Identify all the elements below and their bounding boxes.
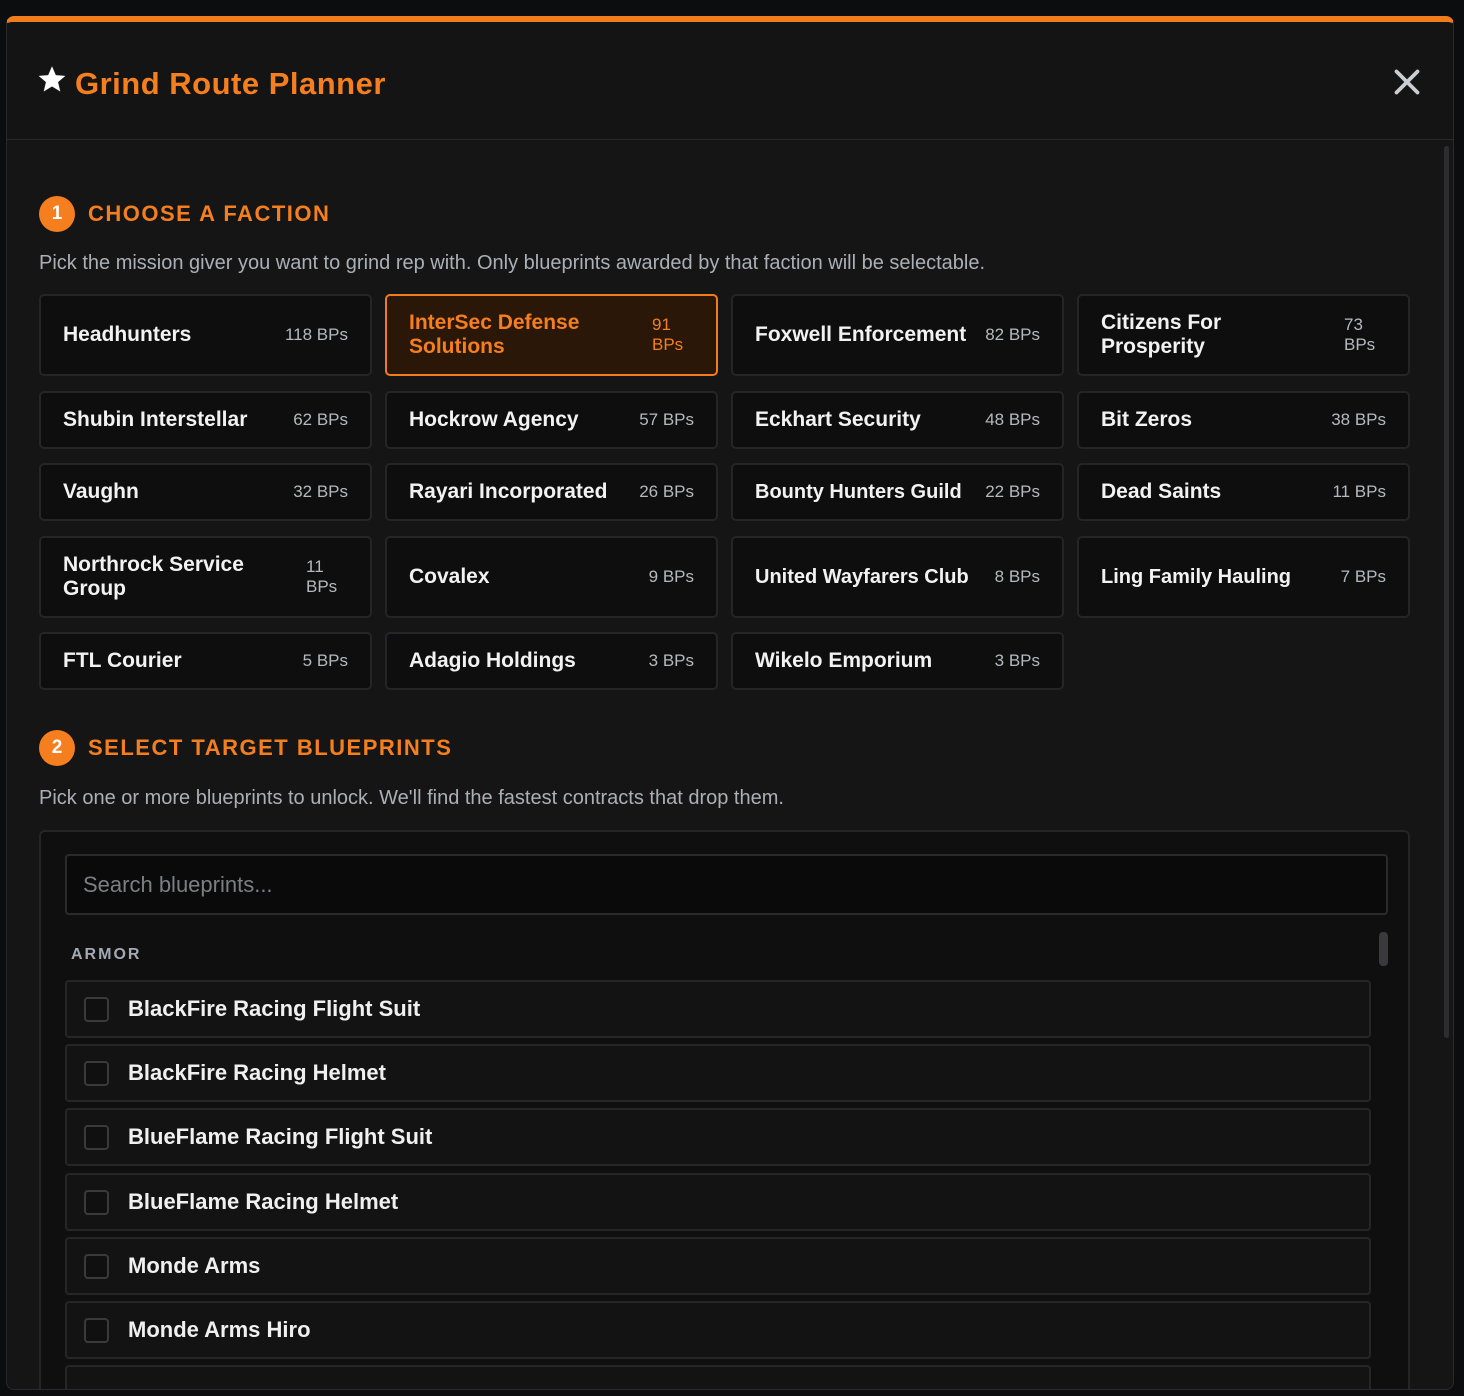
faction-bp-count: 82 BPs bbox=[985, 325, 1040, 344]
blueprint-checkbox[interactable] bbox=[84, 1060, 109, 1086]
faction-name: Ling Family Hauling bbox=[1101, 566, 1292, 588]
faction-card[interactable]: Northrock Service Group 11 BPs bbox=[39, 536, 372, 618]
blueprint-checkbox[interactable] bbox=[84, 1317, 109, 1343]
faction-card[interactable]: Dead Saints 11 BPs bbox=[1077, 463, 1410, 521]
faction-bp-count: 26 BPs bbox=[639, 482, 694, 501]
faction-bp-count: 11 BPs bbox=[1332, 482, 1386, 501]
faction-bp-count: 32 BPs bbox=[293, 482, 348, 501]
faction-card[interactable]: FTL Courier 5 BPs bbox=[39, 632, 372, 690]
step-1-number: 1 bbox=[39, 196, 75, 232]
faction-bp-count: 73 BPs bbox=[1344, 315, 1376, 354]
modal-scrollbar[interactable] bbox=[1444, 146, 1449, 1038]
faction-bp-count: 38 BPs bbox=[1331, 410, 1386, 429]
step-1-title: CHOOSE A FACTION bbox=[88, 201, 331, 226]
faction-card[interactable]: United Wayfarers Club 8 BPs bbox=[731, 536, 1064, 618]
grind-route-planner-modal: Grind Route Planner 1 CHOOSE A FACTION P… bbox=[6, 16, 1454, 1390]
faction-name: Shubin Interstellar bbox=[63, 408, 248, 431]
faction-card[interactable]: Covalex 9 BPs bbox=[385, 536, 718, 618]
modal-body: 1 CHOOSE A FACTION Pick the mission give… bbox=[7, 140, 1453, 1389]
modal-title: Grind Route Planner bbox=[75, 66, 386, 101]
faction-bp-count: 91 BPs bbox=[652, 315, 684, 354]
blueprint-list-scrollbar[interactable] bbox=[1379, 932, 1388, 966]
faction-bp-count: 118 BPs bbox=[284, 325, 348, 344]
blueprint-name: BlueFlame Racing Flight Suit bbox=[128, 1124, 433, 1149]
faction-name: Covalex bbox=[409, 565, 490, 588]
faction-bp-count: 48 BPs bbox=[985, 410, 1040, 429]
faction-card[interactable]: Headhunters 118 BPs bbox=[39, 294, 372, 376]
step-2-title: SELECT TARGET BLUEPRINTS bbox=[88, 735, 453, 760]
group-label-armor: ARMOR bbox=[71, 946, 142, 963]
blueprint-checkbox[interactable] bbox=[84, 996, 109, 1022]
faction-bp-count: 3 BPs bbox=[994, 651, 1040, 670]
faction-name: Vaughn bbox=[63, 480, 139, 503]
faction-card[interactable]: Wikelo Emporium 3 BPs bbox=[731, 632, 1064, 690]
faction-card[interactable]: Shubin Interstellar 62 BPs bbox=[39, 391, 372, 449]
faction-bp-count: 57 BPs bbox=[639, 410, 694, 429]
blueprint-name: BlackFire Racing Helmet bbox=[128, 1060, 386, 1085]
blueprint-name: Monde Arms bbox=[128, 1253, 261, 1278]
faction-bp-count: 9 BPs bbox=[648, 567, 694, 586]
faction-name: Headhunters bbox=[63, 323, 192, 346]
faction-bp-count: 7 BPs bbox=[1340, 567, 1386, 586]
faction-bp-count: 22 BPs bbox=[985, 482, 1040, 501]
blueprint-item[interactable]: BlackFire Racing Helmet bbox=[65, 1044, 1371, 1102]
blueprint-item[interactable]: Monde Arms Hiro bbox=[65, 1301, 1371, 1359]
blueprint-item-partial[interactable] bbox=[65, 1365, 1371, 1389]
faction-card[interactable]: InterSec Defense Solutions 91 BPs bbox=[385, 294, 718, 376]
blueprint-checkbox[interactable] bbox=[84, 1189, 109, 1215]
faction-name: Dead Saints bbox=[1101, 480, 1222, 503]
faction-name: Bounty Hunters Guild bbox=[755, 481, 962, 503]
blueprint-name: Monde Arms Hiro bbox=[128, 1317, 311, 1342]
faction-name: Rayari Incorporated bbox=[409, 480, 608, 503]
modal-header: Grind Route Planner bbox=[7, 22, 1453, 140]
faction-name: Citizens For Prosperity bbox=[1101, 311, 1222, 358]
blueprint-checkbox[interactable] bbox=[84, 1253, 109, 1279]
star-icon bbox=[38, 66, 66, 92]
faction-name: Wikelo Emporium bbox=[755, 649, 933, 672]
faction-card[interactable]: Citizens For Prosperity 73 BPs bbox=[1077, 294, 1410, 376]
blueprint-name: BlueFlame Racing Helmet bbox=[128, 1189, 399, 1214]
faction-name: Northrock Service Group bbox=[63, 553, 244, 600]
step-1-header: 1 CHOOSE A FACTION bbox=[39, 196, 330, 232]
faction-bp-count: 3 BPs bbox=[648, 651, 694, 670]
faction-name: Foxwell Enforcement bbox=[755, 323, 967, 346]
blueprint-checkbox[interactable] bbox=[84, 1124, 109, 1150]
step-2-number: 2 bbox=[39, 730, 75, 766]
blueprint-item[interactable]: BlueFlame Racing Flight Suit bbox=[65, 1108, 1371, 1166]
faction-card[interactable]: Vaughn 32 BPs bbox=[39, 463, 372, 521]
faction-card[interactable]: Hockrow Agency 57 BPs bbox=[385, 391, 718, 449]
faction-card[interactable]: Adagio Holdings 3 BPs bbox=[385, 632, 718, 690]
faction-card[interactable]: Ling Family Hauling 7 BPs bbox=[1077, 536, 1410, 618]
blueprint-item[interactable]: BlueFlame Racing Helmet bbox=[65, 1173, 1371, 1231]
blueprint-search-input[interactable] bbox=[65, 854, 1388, 915]
faction-card[interactable]: Rayari Incorporated 26 BPs bbox=[385, 463, 718, 521]
faction-bp-count: 5 BPs bbox=[302, 651, 348, 670]
faction-name: United Wayfarers Club bbox=[755, 566, 969, 588]
faction-name: InterSec Defense Solutions bbox=[409, 311, 580, 358]
faction-card[interactable]: Eckhart Security 48 BPs bbox=[731, 391, 1064, 449]
close-icon[interactable] bbox=[1393, 68, 1421, 96]
blueprint-name: BlackFire Racing Flight Suit bbox=[128, 996, 421, 1021]
faction-card[interactable]: Bit Zeros 38 BPs bbox=[1077, 391, 1410, 449]
step-1-description: Pick the mission giver you want to grind… bbox=[39, 252, 986, 274]
faction-name: Hockrow Agency bbox=[409, 408, 579, 431]
faction-bp-count: 62 BPs bbox=[293, 410, 348, 429]
blueprint-item[interactable]: BlackFire Racing Flight Suit bbox=[65, 980, 1371, 1038]
faction-bp-count: 8 BPs bbox=[994, 567, 1040, 586]
blueprint-item[interactable]: Monde Arms bbox=[65, 1237, 1371, 1295]
faction-name: FTL Courier bbox=[63, 649, 182, 672]
faction-card[interactable]: Bounty Hunters Guild 22 BPs bbox=[731, 463, 1064, 521]
faction-card[interactable]: Foxwell Enforcement 82 BPs bbox=[731, 294, 1064, 376]
blueprint-panel: ARMOR BlackFire Racing Flight Suit Black… bbox=[39, 830, 1410, 1389]
faction-name: Eckhart Security bbox=[755, 408, 921, 431]
faction-bp-count: 11 BPs bbox=[306, 557, 338, 596]
faction-name: Bit Zeros bbox=[1101, 408, 1193, 431]
faction-name: Adagio Holdings bbox=[409, 649, 576, 672]
step-2-description: Pick one or more blueprints to unlock. W… bbox=[39, 787, 784, 809]
step-2-header: 2 SELECT TARGET BLUEPRINTS bbox=[39, 730, 452, 766]
